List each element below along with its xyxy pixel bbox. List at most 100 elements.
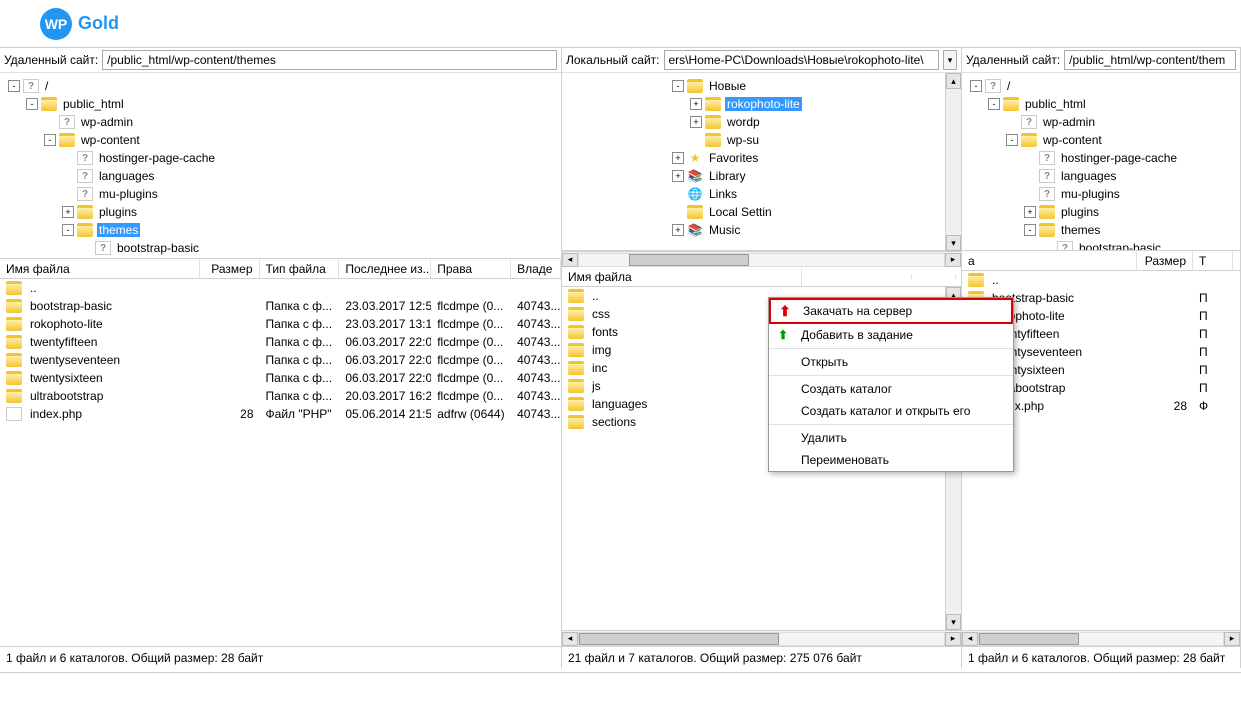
scroll-left-button[interactable]: ◂ — [962, 632, 978, 646]
tree-expander[interactable]: - — [970, 80, 982, 92]
tree-item[interactable]: +wordp — [562, 113, 945, 131]
menu-item[interactable]: ⬆Добавить в задание — [769, 324, 1013, 346]
list-item[interactable]: ultrabootstrapПапка с ф...20.03.2017 16:… — [0, 387, 561, 405]
tree-item[interactable]: +📚Library — [562, 167, 945, 185]
menu-item[interactable]: Создать каталог — [769, 378, 1013, 400]
tree-item[interactable]: +plugins — [0, 203, 561, 221]
tree-item[interactable]: ?wp-admin — [0, 113, 561, 131]
tree-item[interactable]: -Новые — [562, 77, 945, 95]
col-size[interactable]: Размер — [1137, 252, 1193, 270]
mid-tree-hscroll[interactable]: ◂ ▸ — [562, 251, 961, 267]
tree-item[interactable]: ?bootstrap-basic — [962, 239, 1240, 251]
menu-item[interactable]: Удалить — [769, 427, 1013, 449]
menu-item[interactable]: ⬆Закачать на сервер — [769, 298, 1013, 324]
col-own[interactable]: Владе — [511, 260, 561, 278]
tree-expander[interactable]: + — [690, 116, 702, 128]
tree-item[interactable]: ?hostinger-page-cache — [962, 149, 1240, 167]
menu-item[interactable]: Переименовать — [769, 449, 1013, 471]
tree-expander[interactable]: - — [988, 98, 1000, 110]
tree-expander[interactable]: + — [672, 152, 684, 164]
scroll-up-button[interactable]: ▴ — [946, 73, 961, 89]
mid-tree-scrollbar[interactable]: ▴ ▾ — [945, 73, 961, 251]
list-item[interactable]: .. — [962, 271, 1240, 289]
tree-expander[interactable]: + — [62, 206, 74, 218]
tree-item-label: bootstrap-basic — [115, 241, 201, 255]
tree-item[interactable]: +rokophoto-lite — [562, 95, 945, 113]
mid-list-hscroll[interactable]: ◂ ▸ — [562, 630, 961, 646]
tree-item[interactable]: -wp-content — [962, 131, 1240, 149]
tree-expander[interactable]: + — [690, 98, 702, 110]
right-tree[interactable]: -?/-public_html?wp-admin-wp-content?host… — [962, 73, 1240, 251]
tree-item[interactable]: 🌐Links — [562, 185, 945, 203]
scroll-left-button[interactable]: ◂ — [562, 632, 578, 646]
arrow-up-icon: ⬆ — [779, 304, 791, 318]
tree-item[interactable]: -themes — [0, 221, 561, 239]
tree-expander[interactable]: - — [672, 80, 684, 92]
list-item[interactable]: twentyfifteenПапка с ф...06.03.2017 22:0… — [0, 333, 561, 351]
col-name[interactable]: а — [962, 252, 1137, 270]
tree-expander[interactable]: + — [672, 224, 684, 236]
col-date[interactable]: Последнее из... — [339, 260, 431, 278]
right-addr-input[interactable] — [1064, 50, 1236, 70]
tree-expander[interactable]: - — [1006, 134, 1018, 146]
col-type[interactable]: Т — [1193, 252, 1233, 270]
col-size[interactable] — [912, 275, 956, 279]
tree-item[interactable]: ?mu-plugins — [0, 185, 561, 203]
tree-expander[interactable]: - — [8, 80, 20, 92]
tree-item[interactable]: ?wp-admin — [962, 113, 1240, 131]
tree-item[interactable]: ?languages — [962, 167, 1240, 185]
left-tree[interactable]: -?/-public_html?wp-admin-wp-content?host… — [0, 73, 561, 259]
col-size[interactable]: Размер — [200, 260, 260, 278]
left-list-header: Имя файла Размер Тип файла Последнее из.… — [0, 259, 561, 279]
tree-item[interactable]: ?hostinger-page-cache — [0, 149, 561, 167]
menu-item[interactable]: Создать каталог и открыть его — [769, 400, 1013, 422]
list-item[interactable]: twentyseventeenПапка с ф...06.03.2017 22… — [0, 351, 561, 369]
col-name[interactable]: Имя файла — [562, 268, 802, 286]
tree-item[interactable]: -themes — [962, 221, 1240, 239]
col-name[interactable]: Имя файла — [0, 260, 200, 278]
tree-item[interactable]: ?bootstrap-basic — [0, 239, 561, 257]
tree-item[interactable]: -public_html — [962, 95, 1240, 113]
tree-item[interactable]: -?/ — [962, 77, 1240, 95]
mid-tree[interactable]: -Новые+rokophoto-lite+wordpwp-su+★Favori… — [562, 73, 945, 251]
mid-addr-input[interactable] — [664, 50, 940, 70]
tree-item[interactable]: +★Favorites — [562, 149, 945, 167]
context-menu[interactable]: ⬆Закачать на сервер⬆Добавить в задание От… — [768, 297, 1014, 472]
tree-expander[interactable]: - — [44, 134, 56, 146]
scroll-right-button[interactable]: ▸ — [945, 632, 961, 646]
col-type[interactable] — [802, 275, 912, 279]
tree-item[interactable]: Local Settin — [562, 203, 945, 221]
tree-expander[interactable]: - — [62, 224, 74, 236]
tree-item[interactable]: wp-su — [562, 131, 945, 149]
scroll-left-button[interactable]: ◂ — [562, 253, 578, 267]
scroll-right-button[interactable]: ▸ — [1224, 632, 1240, 646]
col-type[interactable]: Тип файла — [260, 260, 340, 278]
left-list[interactable]: ..bootstrap-basicПапка с ф...23.03.2017 … — [0, 279, 561, 646]
list-item[interactable]: index.php28Файл "PHP"05.06.2014 21:5...a… — [0, 405, 561, 423]
tree-expander[interactable]: - — [1024, 224, 1036, 236]
tree-item[interactable]: -?/ — [0, 77, 561, 95]
tree-expander[interactable]: + — [672, 170, 684, 182]
list-item[interactable]: .. — [0, 279, 561, 297]
tree-item[interactable]: +📚Music — [562, 221, 945, 239]
left-addr-input[interactable] — [102, 50, 557, 70]
scroll-down-button[interactable]: ▾ — [946, 614, 961, 630]
list-item[interactable]: bootstrap-basicПапка с ф...23.03.2017 12… — [0, 297, 561, 315]
scroll-down-button[interactable]: ▾ — [946, 235, 961, 251]
tree-item[interactable]: ?mu-plugins — [962, 185, 1240, 203]
tree-item[interactable]: +plugins — [962, 203, 1240, 221]
tree-expander[interactable]: - — [26, 98, 38, 110]
menu-item[interactable]: Открыть — [769, 351, 1013, 373]
list-item[interactable]: rokophoto-liteПапка с ф...23.03.2017 13:… — [0, 315, 561, 333]
tree-item[interactable]: -public_html — [0, 95, 561, 113]
tree-item[interactable]: -wp-content — [0, 131, 561, 149]
scroll-right-button[interactable]: ▸ — [945, 253, 961, 267]
tree-item[interactable]: ?languages — [0, 167, 561, 185]
cell-type: Папка с ф... — [260, 370, 340, 386]
mid-addr-dropdown[interactable]: ▾ — [943, 50, 957, 70]
right-list-hscroll[interactable]: ◂ ▸ — [962, 630, 1240, 646]
col-perm[interactable]: Права — [431, 260, 511, 278]
tree-expander[interactable]: + — [1024, 206, 1036, 218]
cell-t: П — [1193, 290, 1233, 306]
list-item[interactable]: twentysixteenПапка с ф...06.03.2017 22:0… — [0, 369, 561, 387]
